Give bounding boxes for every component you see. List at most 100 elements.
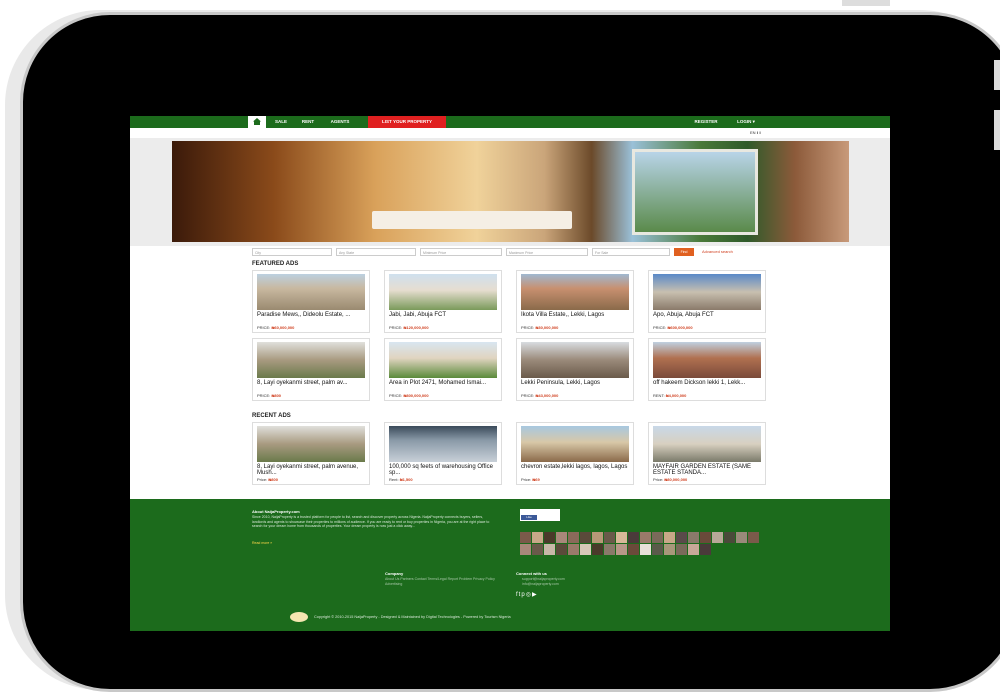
- property-price: PRICE: ₦600,000,000: [653, 325, 693, 330]
- featured-card[interactable]: Ikota Villa Estate,, Lekki, Lagos PRICE:…: [516, 270, 634, 333]
- property-image: [521, 342, 629, 378]
- property-title: 8, Layi oyekanmi street, palm av...: [257, 380, 348, 386]
- find-button[interactable]: Find: [674, 248, 694, 256]
- fan-avatar: [628, 544, 639, 555]
- fan-avatar: [520, 544, 531, 555]
- property-title: Ikota Villa Estate,, Lekki, Lagos: [521, 312, 605, 318]
- property-title: MAYFAIR GARDEN ESTATE (SAME ESTATE STAND…: [653, 464, 752, 476]
- fan-avatar: [652, 532, 663, 543]
- featured-card[interactable]: Apo, Abuja, Abuja FCT PRICE: ₦600,000,00…: [648, 270, 766, 333]
- nav-rent[interactable]: RENT: [296, 116, 320, 128]
- social-icons: ftp◎▶: [516, 591, 538, 598]
- property-title: off hakeem Dickson lekki 1, Lekk...: [653, 380, 746, 386]
- tablet-side-button: [994, 110, 1000, 150]
- property-image: [653, 426, 761, 462]
- recent-card[interactable]: MAYFAIR GARDEN ESTATE (SAME ESTATE STAND…: [648, 422, 766, 485]
- property-image: [653, 342, 761, 378]
- property-title: Apo, Abuja, Abuja FCT: [653, 312, 714, 318]
- fan-avatar: [580, 544, 591, 555]
- property-image: [521, 274, 629, 310]
- recent-card[interactable]: 100,000 sq feets of warehousing Office s…: [384, 422, 502, 485]
- nav-home[interactable]: [248, 116, 266, 128]
- property-price: PRICE: ₦30,000,000: [521, 325, 559, 330]
- nav-sale[interactable]: SALE: [268, 116, 294, 128]
- nav-agents[interactable]: AGENTS: [322, 116, 358, 128]
- read-more-link[interactable]: Read more »: [252, 541, 272, 545]
- property-price: PRICE: ₦60,000,000: [257, 325, 295, 330]
- language-bar: EN ‖ ‖: [130, 128, 890, 138]
- fan-avatar: [640, 532, 651, 543]
- connect-email-2[interactable]: info@naijaproperty.com: [522, 582, 559, 587]
- youtube-icon[interactable]: ▶: [532, 592, 538, 598]
- fan-avatar: [556, 544, 567, 555]
- fan-avatar: [604, 544, 615, 555]
- site-logo[interactable]: [290, 612, 308, 622]
- fan-avatar: [676, 532, 687, 543]
- property-image: [257, 342, 365, 378]
- fan-avatar: [592, 544, 603, 555]
- featured-card[interactable]: Area in Plot 2471, Mohamed Ismai... PRIC…: [384, 338, 502, 401]
- max-price-input[interactable]: Maximum Price: [506, 248, 588, 256]
- property-title: Paradise Mews,, Dideolu Estate, ...: [257, 312, 351, 318]
- advanced-search-link[interactable]: Advanced search: [702, 248, 733, 256]
- nav-register[interactable]: REGISTER: [685, 116, 727, 128]
- city-input[interactable]: City: [252, 248, 332, 256]
- featured-card[interactable]: Paradise Mews,, Dideolu Estate, ... PRIC…: [252, 270, 370, 333]
- featured-card[interactable]: 8, Layi oyekanmi street, palm av... PRIC…: [252, 338, 370, 401]
- fan-avatar: [544, 544, 555, 555]
- company-links[interactable]: About Us Partners Contact Terms/Legal Re…: [385, 577, 505, 586]
- fan-avatar: [676, 544, 687, 555]
- fan-avatar: [664, 532, 675, 543]
- featured-card[interactable]: Jabi, Jabi, Abuja FCT PRICE: ₦120,000,00…: [384, 270, 502, 333]
- featured-card[interactable]: Lekki Peninsula, Lekki, Lagos PRICE: ₦43…: [516, 338, 634, 401]
- fan-avatar: [532, 532, 543, 543]
- fan-avatar: [520, 532, 531, 543]
- fan-avatar: [628, 532, 639, 543]
- fan-avatar: [592, 532, 603, 543]
- facebook-widget: Like: [520, 509, 560, 521]
- main-nav: SALE RENT AGENTS LIST YOUR PROPERTY REGI…: [130, 116, 890, 128]
- hero-banner-image: [172, 141, 849, 242]
- hero-bathtub: [372, 211, 572, 229]
- fan-avatar: [532, 544, 543, 555]
- property-title: 100,000 sq feets of warehousing Office s…: [389, 464, 493, 476]
- fan-avatar: [736, 532, 747, 543]
- recent-card[interactable]: chevron estate,lekki lagos, lagos, Lagos…: [516, 422, 634, 485]
- fan-avatar: [568, 544, 579, 555]
- recent-ads-title: RECENT ADS: [252, 413, 291, 419]
- fan-avatar: [580, 532, 591, 543]
- copyright-bar: Copyright © 2010-2015 NaijaProperty - De…: [290, 612, 730, 622]
- property-price: PRICE: ₦800: [257, 393, 282, 398]
- property-image: [521, 426, 629, 462]
- property-title: 8, Layi oyekanmi street, palm avenue, Mu…: [257, 464, 359, 476]
- state-select[interactable]: Any State: [336, 248, 416, 256]
- featured-ads-title: FEATURED ADS: [252, 261, 299, 267]
- property-image: [257, 426, 365, 462]
- property-price: Rent: ₦1,500: [389, 477, 413, 482]
- property-image: [389, 426, 497, 462]
- property-price: RENT: ₦4,000,000: [653, 393, 687, 398]
- language-switch[interactable]: EN ‖ ‖: [750, 130, 761, 135]
- featured-card[interactable]: off hakeem Dickson lekki 1, Lekk... RENT…: [648, 338, 766, 401]
- website-screen: SALE RENT AGENTS LIST YOUR PROPERTY REGI…: [130, 116, 890, 631]
- property-price: Price: ₦800: [257, 477, 278, 482]
- tablet-side-button: [994, 60, 1000, 90]
- fan-avatar: [712, 532, 723, 543]
- fan-avatar: [616, 532, 627, 543]
- fan-avatar: [700, 544, 711, 555]
- property-title: Area in Plot 2471, Mohamed Ismai...: [389, 380, 487, 386]
- fan-avatar: [748, 532, 759, 543]
- min-price-input[interactable]: Minimum Price: [420, 248, 502, 256]
- listing-type-select[interactable]: For Sale: [592, 248, 670, 256]
- facebook-like-button[interactable]: Like: [521, 515, 537, 520]
- fan-avatar: [604, 532, 615, 543]
- company-title: Company: [385, 571, 404, 576]
- fan-avatar: [700, 532, 711, 543]
- nav-login[interactable]: LOGIN ▾: [730, 116, 762, 128]
- property-image: [389, 274, 497, 310]
- recent-card[interactable]: 8, Layi oyekanmi street, palm avenue, Mu…: [252, 422, 370, 485]
- nav-list-property[interactable]: LIST YOUR PROPERTY: [368, 116, 446, 128]
- about-title: About NaijaProperty.com: [252, 509, 300, 514]
- fan-avatar: [544, 532, 555, 543]
- connect-email[interactable]: support@naijaproperty.com: [522, 577, 565, 582]
